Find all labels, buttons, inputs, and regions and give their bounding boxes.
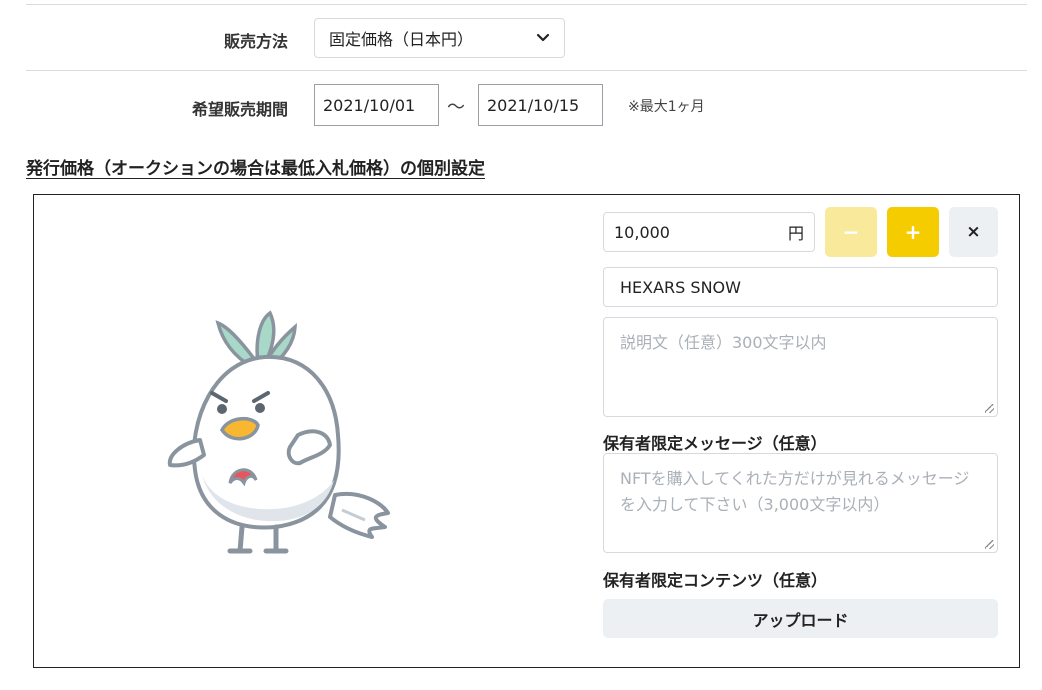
sales-method-select[interactable]: 固定価格（日本円） [314,18,565,58]
content-label: 保有者限定コンテンツ（任意） [603,571,828,590]
sales-method-value: 固定価格（日本円） [329,30,474,49]
increment-button[interactable]: + [887,207,939,257]
message-label: 保有者限定メッセージ（任意） [603,434,827,453]
sales-period-label: 希望販売期間 [191,100,288,119]
end-date-input[interactable]: 2021/10/15 [478,84,603,126]
decrement-button[interactable]: − [825,207,877,257]
price-value: 10,000 [614,222,670,242]
message-placeholder: NFTを購入してくれた方だけが見れるメッセージを入力して下さい（3,000文字以… [620,469,970,514]
section-divider [26,70,1027,71]
resize-handle[interactable] [985,404,994,413]
period-note: ※最大1ヶ月 [628,99,705,115]
chevron-down-icon [536,33,550,42]
description-placeholder: 説明文（任意）300文字以内 [620,333,827,352]
top-divider [26,4,1027,5]
section-title: 発行価格（オークションの場合は最低入札価格）の個別設定 [26,159,485,179]
price-input[interactable]: 10,000 円 [603,212,815,252]
price-unit: 円 [787,224,804,243]
remove-button[interactable]: × [949,207,998,257]
description-textarea[interactable]: 説明文（任意）300文字以内 [603,317,998,417]
message-textarea[interactable]: NFTを購入してくれた方だけが見れるメッセージを入力して下さい（3,000文字以… [603,453,998,553]
resize-handle[interactable] [985,540,994,549]
upload-button[interactable]: アップロード [603,599,998,638]
bird-character-image [167,310,390,554]
sales-method-label: 販売方法 [223,32,288,51]
date-separator: 〜 [447,97,465,118]
item-name-input[interactable]: HEXARS SNOW [603,267,998,307]
start-date-input[interactable]: 2021/10/01 [314,84,439,126]
